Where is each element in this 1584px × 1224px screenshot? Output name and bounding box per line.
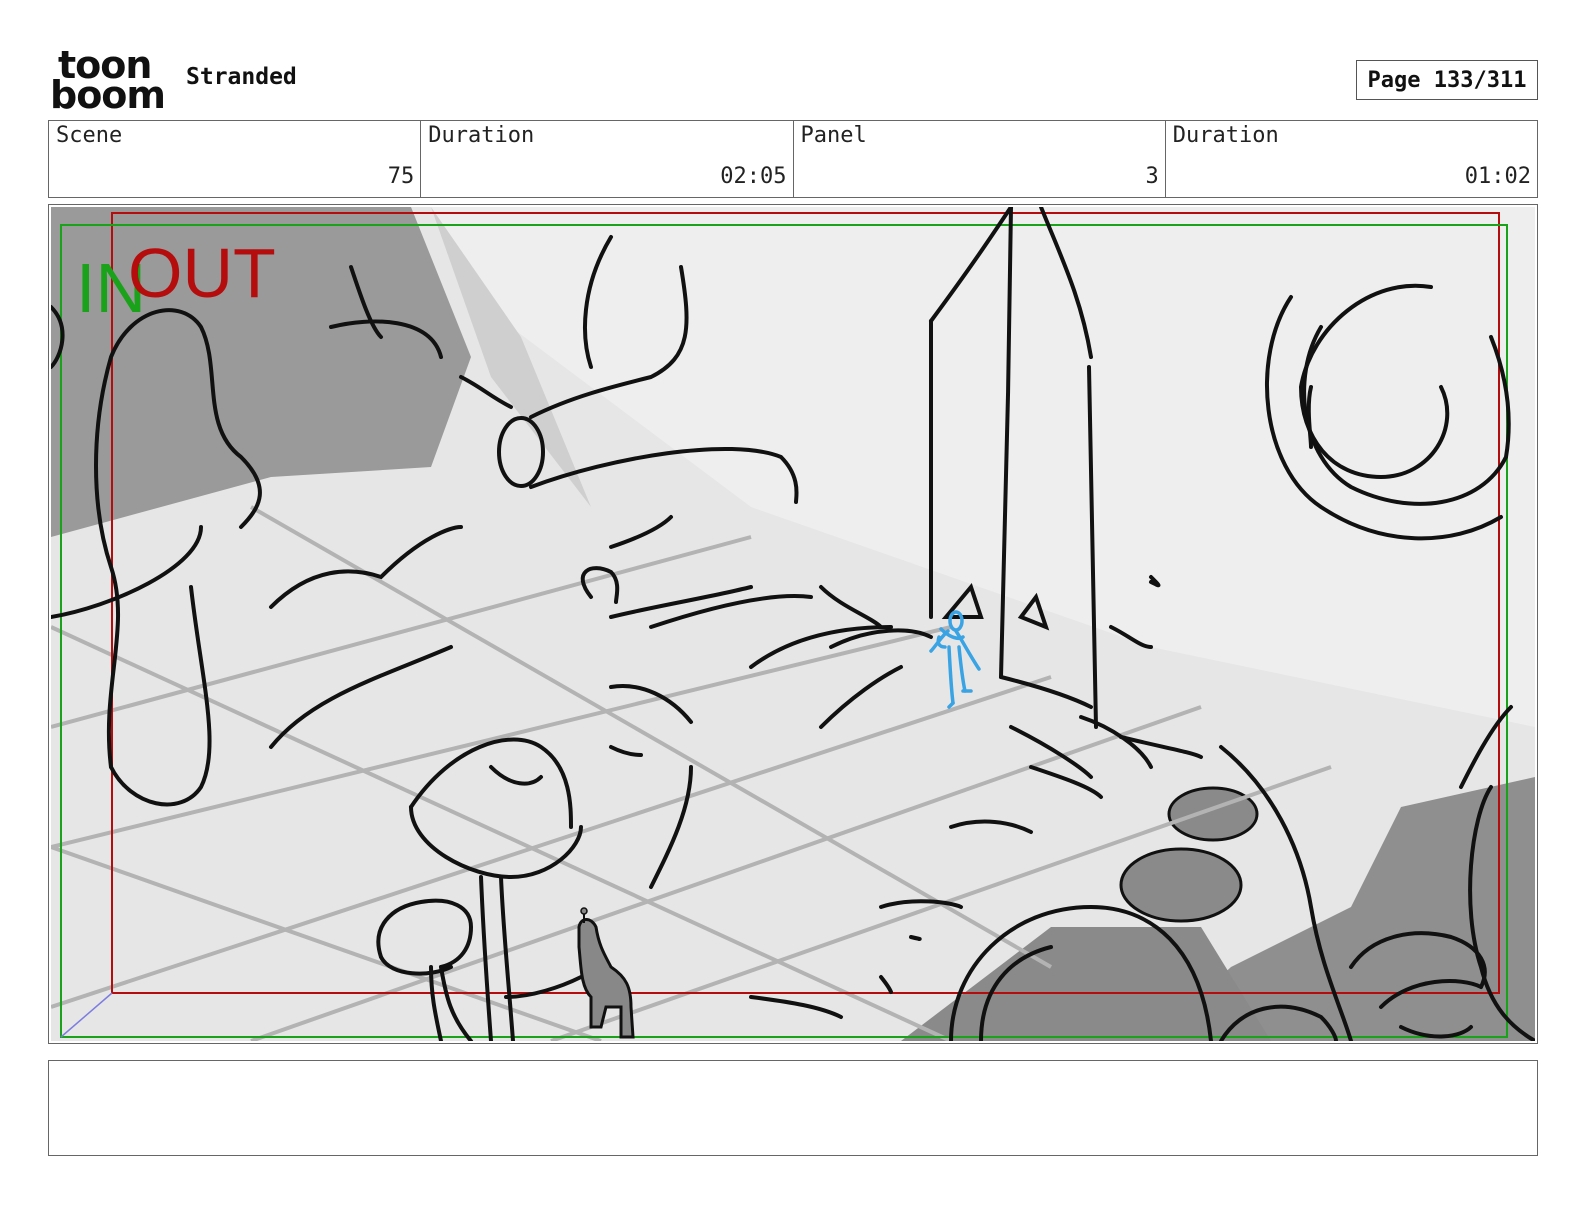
panel-duration-label: Duration bbox=[1172, 123, 1279, 148]
out-marker-label: OUT bbox=[128, 234, 276, 312]
panel-duration-value: 01:02 bbox=[1464, 164, 1531, 189]
scene-cell: Scene 75 bbox=[49, 121, 422, 197]
panel-label: Panel bbox=[800, 123, 867, 148]
toon-boom-logo: toon boom bbox=[50, 46, 166, 117]
scene-duration-value: 02:05 bbox=[720, 164, 787, 189]
panel-value: 3 bbox=[1145, 164, 1159, 189]
scene-label: Scene bbox=[56, 123, 123, 148]
storyboard-panel-image bbox=[48, 204, 1538, 1044]
panel-notes-box bbox=[48, 1060, 1538, 1156]
panel-info-row: Scene 75 Duration 02:05 Panel 3 Duration… bbox=[48, 120, 1538, 198]
panel-duration-cell: Duration 01:02 bbox=[1166, 121, 1537, 197]
scene-duration-label: Duration bbox=[428, 123, 535, 148]
panel-cell: Panel 3 bbox=[794, 121, 1166, 197]
logo-text-bottom: boom bbox=[50, 73, 166, 117]
project-title: Stranded bbox=[186, 64, 297, 90]
scene-duration-cell: Duration 02:05 bbox=[421, 121, 794, 197]
scene-value: 75 bbox=[387, 164, 415, 189]
panel-sketch bbox=[51, 207, 1535, 1041]
page-number: Page 133/311 bbox=[1356, 60, 1538, 100]
